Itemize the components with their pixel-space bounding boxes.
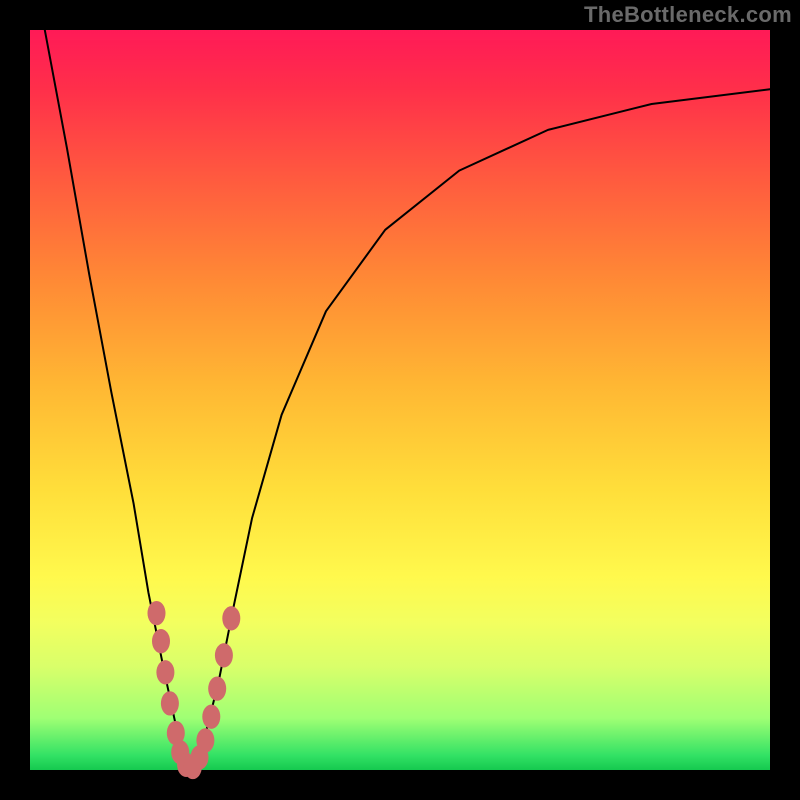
- cluster-dot: [208, 676, 226, 700]
- cluster-dots: [148, 601, 241, 779]
- cluster-dot: [161, 691, 179, 715]
- cluster-dot: [148, 601, 166, 625]
- cluster-dot: [215, 643, 233, 667]
- cluster-dot: [202, 705, 220, 729]
- chart-overlay: [0, 0, 800, 800]
- bottleneck-curve: [45, 30, 770, 769]
- cluster-dot: [152, 629, 170, 653]
- cluster-dot: [222, 606, 240, 630]
- chart-frame: TheBottleneck.com: [0, 0, 800, 800]
- cluster-dot: [196, 728, 214, 752]
- cluster-dot: [156, 660, 174, 684]
